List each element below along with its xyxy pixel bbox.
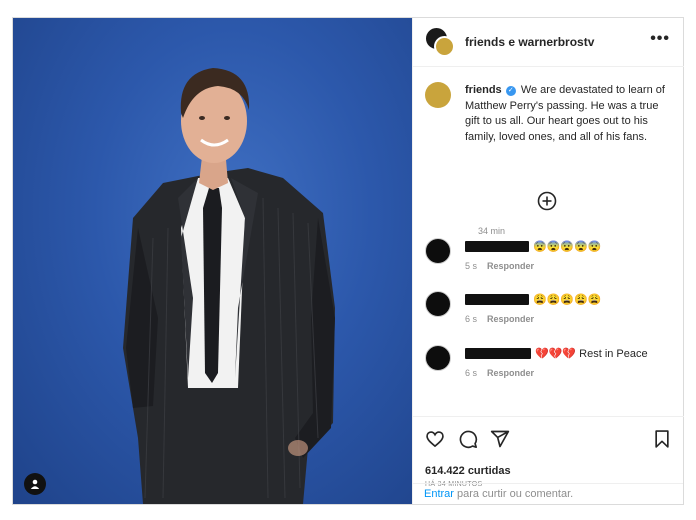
login-prompt-text: para curtir ou comentar. — [453, 488, 574, 500]
comment-line: 💔💔💔 Rest in Peace — [465, 347, 648, 360]
comment-meta: 6 s Responder — [465, 314, 534, 324]
redacted-username — [465, 348, 531, 359]
comment-text: 😩😩😩😩😩 — [533, 294, 602, 306]
comment-text: 😨😨😨😨😨 — [533, 241, 602, 253]
comment-icon[interactable] — [458, 429, 478, 449]
caption-text-block: friends ✓ We are devastated to learn of … — [465, 83, 675, 145]
commenter-avatar[interactable] — [425, 345, 451, 371]
commenter-avatar[interactable] — [425, 238, 451, 264]
comment-meta: 6 s Responder — [465, 368, 534, 378]
caption-username[interactable]: friends — [465, 84, 502, 96]
post-author-title[interactable]: friends e warnerbrostv — [465, 35, 594, 49]
comment-item: 😨😨😨😨😨 5 s Responder — [425, 238, 675, 278]
bookmark-icon[interactable] — [652, 429, 672, 449]
collab-avatars[interactable] — [425, 27, 455, 57]
reply-button[interactable]: Responder — [487, 314, 534, 324]
matthew-perry-photo — [123, 68, 335, 504]
heart-icon[interactable] — [425, 429, 445, 449]
likes-count[interactable]: 614.422 curtidas — [425, 465, 511, 477]
more-icon[interactable]: ••• — [650, 30, 670, 48]
login-prompt: Entrar para curtir ou comentar. — [412, 483, 683, 504]
share-icon[interactable] — [490, 429, 510, 449]
comment-time: 6 s — [465, 368, 478, 378]
comment-time: 6 s — [465, 314, 478, 324]
redacted-username — [465, 294, 529, 305]
comment-item: 💔💔💔 Rest in Peace 6 s Responder — [425, 345, 675, 385]
caption-time: 34 min — [478, 226, 506, 236]
post-photo[interactable] — [13, 18, 412, 504]
reply-button[interactable]: Responder — [487, 261, 534, 271]
add-circle-icon[interactable] — [537, 191, 557, 211]
redacted-username — [465, 241, 529, 252]
comment-item: 😩😩😩😩😩 6 s Responder — [425, 291, 675, 331]
post-header: friends e warnerbrostv ••• — [413, 18, 684, 67]
post-sidebar: friends e warnerbrostv ••• friends ✓ We … — [412, 18, 684, 504]
user-tag-icon[interactable] — [24, 473, 46, 495]
comment-time: 5 s — [465, 261, 478, 271]
verified-icon: ✓ — [505, 86, 516, 96]
reply-button[interactable]: Responder — [487, 368, 534, 378]
post-frame: friends e warnerbrostv ••• friends ✓ We … — [12, 17, 684, 505]
comment-line: 😨😨😨😨😨 — [465, 240, 601, 253]
commenter-avatar[interactable] — [425, 291, 451, 317]
avatar-friends[interactable] — [434, 36, 455, 57]
comment-text: 💔💔💔 Rest in Peace — [535, 348, 648, 360]
caption-avatar[interactable] — [425, 82, 451, 108]
comment-meta: 5 s Responder — [465, 261, 534, 271]
login-link[interactable]: Entrar — [424, 488, 454, 500]
comment-line: 😩😩😩😩😩 — [465, 293, 601, 306]
